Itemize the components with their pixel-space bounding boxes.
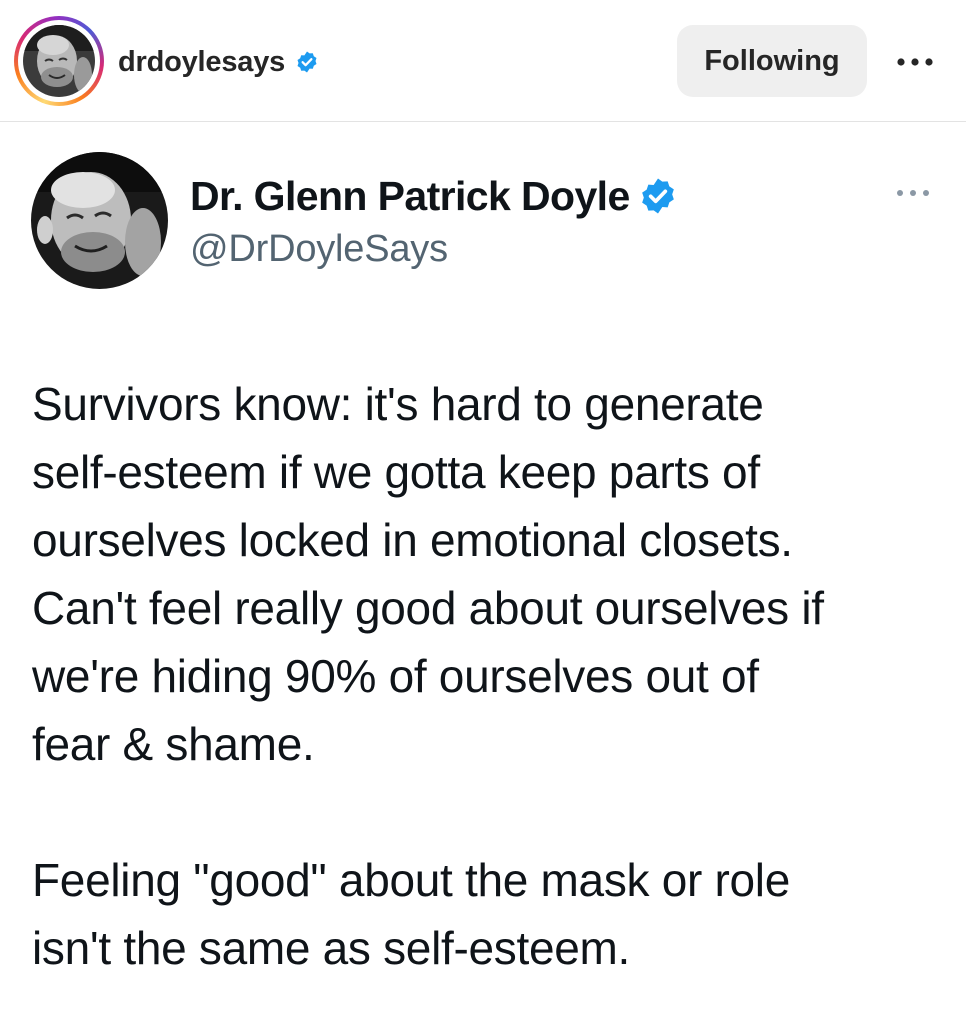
username[interactable]: drdoylesays bbox=[118, 46, 285, 79]
tweet-paragraph: Survivors know: it's hard to generate se… bbox=[32, 378, 824, 770]
tweet-author-name-row: Dr. Glenn Patrick Doyle bbox=[190, 170, 678, 222]
tweet-author-handle: @DrDoyleSays bbox=[190, 228, 448, 270]
verified-badge-icon bbox=[638, 176, 678, 216]
tweet-paragraph: Feeling "good" about the mask or role is… bbox=[32, 854, 791, 974]
more-options-icon[interactable] bbox=[893, 40, 937, 84]
username-row: drdoylesays bbox=[118, 40, 319, 84]
tweet-text: Survivors know: it's hard to generate se… bbox=[32, 370, 952, 982]
tweet-author-avatar bbox=[31, 152, 168, 289]
author-photo-illustration bbox=[31, 152, 168, 289]
story-ring[interactable] bbox=[14, 16, 104, 106]
tweet-more-icon bbox=[888, 178, 938, 208]
profile-avatar[interactable] bbox=[23, 25, 95, 97]
instagram-post-header: drdoylesays Following bbox=[0, 0, 966, 122]
profile-photo-illustration bbox=[23, 25, 95, 97]
following-button[interactable]: Following bbox=[677, 25, 867, 97]
verified-badge-icon bbox=[295, 50, 319, 74]
tweet-author-name: Dr. Glenn Patrick Doyle bbox=[190, 172, 630, 219]
